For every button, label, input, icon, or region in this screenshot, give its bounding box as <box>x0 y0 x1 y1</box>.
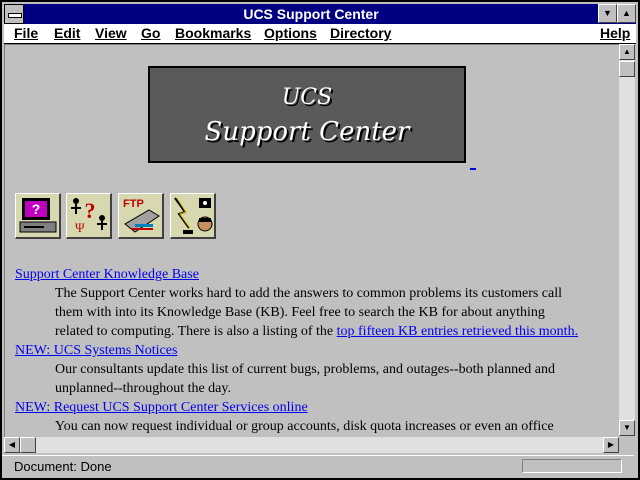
menu-help[interactable]: Help <box>600 25 630 42</box>
vertical-scrollbar[interactable]: ▲ ▼ <box>619 44 635 436</box>
kb-desc-line1: The Support Center works hard to add the… <box>55 286 563 301</box>
svg-text:?: ? <box>85 198 96 223</box>
title-bar: UCS Support Center ▼ ▲ <box>4 4 636 24</box>
minimize-button[interactable]: ▼ <box>598 4 617 23</box>
phone-icon[interactable] <box>170 193 216 239</box>
banner-line-ucs: UCS <box>281 85 333 110</box>
scroll-right-button[interactable]: ▶ <box>603 437 619 453</box>
maximize-button[interactable]: ▲ <box>617 4 636 23</box>
notices-desc-line2: unplanned--throughout the day. <box>55 381 231 396</box>
svg-text:Ψ: Ψ <box>75 220 85 235</box>
system-menu-button[interactable] <box>4 4 24 24</box>
svg-text:?: ? <box>32 201 41 217</box>
notices-link[interactable]: NEW: UCS Systems Notices <box>15 341 177 360</box>
progress-indicator <box>522 459 622 473</box>
menu-options[interactable]: Options <box>264 25 317 42</box>
services-desc-line1: You can now request individual or group … <box>55 419 554 434</box>
vertical-scroll-thumb[interactable] <box>619 61 635 77</box>
menu-view[interactable]: View <box>95 25 127 42</box>
link-underscore[interactable] <box>470 168 476 170</box>
menu-directory[interactable]: Directory <box>330 25 391 42</box>
scroll-left-button[interactable]: ◀ <box>4 437 20 453</box>
status-bar: Document: Done <box>2 455 634 477</box>
menu-bookmarks[interactable]: Bookmarks <box>175 25 251 42</box>
horizontal-scroll-thumb[interactable] <box>20 437 36 453</box>
services-link[interactable]: NEW: Request UCS Support Center Services… <box>15 398 308 417</box>
scroll-up-button[interactable]: ▲ <box>619 44 635 60</box>
ftp-label: FTP <box>123 198 144 210</box>
window-title: UCS Support Center <box>243 6 379 22</box>
scroll-down-button[interactable]: ▼ <box>619 420 635 436</box>
help-computer-icon[interactable]: ? <box>15 193 61 239</box>
notices-desc-line1: Our consultants update this list of curr… <box>55 362 556 377</box>
help-people-icon[interactable]: ? Ψ <box>66 193 112 239</box>
status-text: Document: Done <box>14 459 112 474</box>
menu-go[interactable]: Go <box>141 25 160 42</box>
kb-desc-line2: them with into its Knowledge Base (KB). … <box>55 305 545 320</box>
support-center-banner: UCS Support Center <box>148 66 466 163</box>
page-content: UCS Support Center ? ? Ψ FTP Support Cen… <box>4 44 619 437</box>
menu-file[interactable]: File <box>14 25 38 42</box>
kb-desc-line3: related to computing. There is also a li… <box>55 324 579 339</box>
kb-link[interactable]: Support Center Knowledge Base <box>15 265 199 284</box>
scroll-corner <box>619 437 635 453</box>
horizontal-scrollbar[interactable]: ◀ ▶ <box>4 437 619 453</box>
top-fifteen-link[interactable]: top fifteen KB entries retrieved this mo… <box>337 324 578 339</box>
banner-line-support-center: Support Center <box>204 117 410 147</box>
menu-bar: File Edit View Go Bookmarks Options Dire… <box>4 24 636 44</box>
ftp-icon[interactable]: FTP <box>118 193 164 239</box>
menu-edit[interactable]: Edit <box>54 25 80 42</box>
